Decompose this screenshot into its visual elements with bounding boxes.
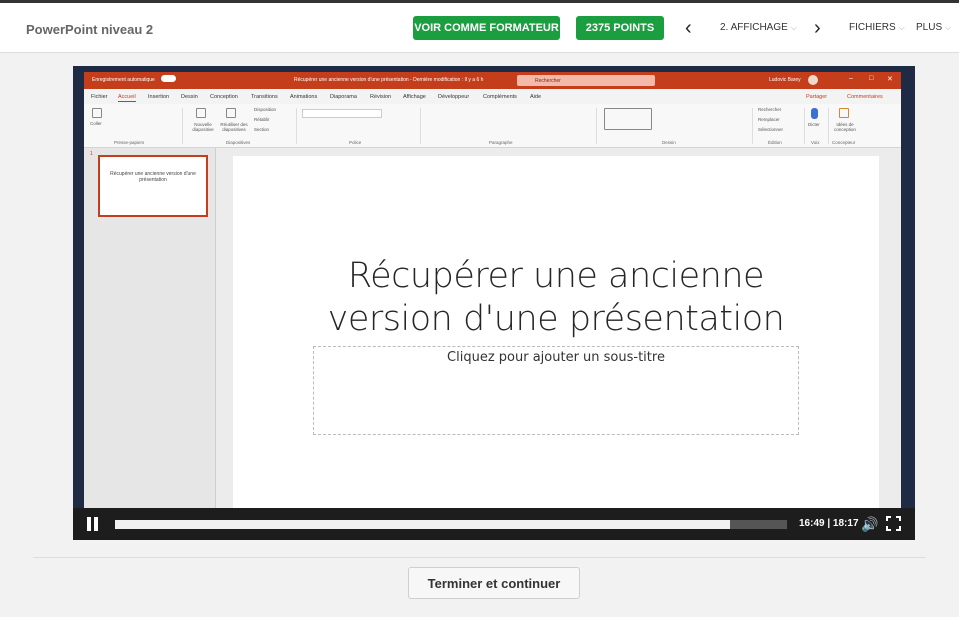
subtitle-placeholder: Cliquez pour ajouter un sous-titre: [313, 346, 799, 435]
slide-title-line: version d'une présentation: [327, 299, 785, 339]
trainer-view-button[interactable]: VOIR COMME FORMATEUR: [413, 16, 560, 40]
document-title: Récupérer une ancienne version d'une pré…: [294, 77, 484, 83]
group-designer: Concepteur: [832, 140, 856, 145]
next-arrow-icon[interactable]: ›: [814, 17, 821, 40]
paste-icon: [92, 108, 102, 118]
search-placeholder: Rechercher: [535, 78, 561, 84]
design-ideas-label: Idées de conception: [834, 122, 856, 132]
chevron-down-icon: ⌵: [945, 23, 952, 32]
font-name-field: [302, 109, 382, 118]
new-slide-label: Nouvelle diapositive: [192, 122, 214, 132]
ribbon-divider: [296, 108, 297, 144]
select-label: Sélectionner: [758, 127, 784, 132]
replace-label: Remplacer: [758, 117, 780, 122]
ribbon-divider: [828, 108, 829, 144]
video-controls: 16:49 | 18:17 🔊: [73, 508, 915, 540]
video-player[interactable]: Enregistrement automatique Récupérer une…: [73, 66, 915, 540]
tab-fichier: Fichier: [91, 94, 108, 100]
ribbon-divider: [420, 108, 421, 144]
chevron-down-icon: ⌵: [898, 23, 905, 32]
powerpoint-window: Enregistrement automatique Récupérer une…: [84, 72, 901, 540]
tab-accueil: Accueil: [118, 94, 136, 102]
group-paragraph: Paragraphe: [489, 140, 513, 145]
course-header: PowerPoint niveau 2 VOIR COMME FORMATEUR…: [0, 3, 959, 53]
lesson-dropdown[interactable]: 2. AFFICHAGE ⌵: [720, 22, 797, 33]
ribbon-divider: [752, 108, 753, 144]
ribbon-divider: [182, 108, 183, 144]
comments-button: Commentaires: [847, 94, 883, 100]
slide-title: Récupérer une ancienne version d'une pré…: [233, 255, 879, 341]
ribbon: Coller Nouvelle diapositive Réutiliser d…: [84, 104, 901, 148]
tab-insertion: Insertion: [148, 94, 170, 100]
shapes-gallery: [604, 108, 652, 130]
finish-and-continue-button[interactable]: Terminer et continuer: [408, 567, 580, 599]
progress-fill: [115, 520, 730, 529]
lesson-label: 2. AFFICHAGE: [720, 22, 788, 33]
tab-transitions: Transitions: [251, 94, 278, 100]
slide-number: 1: [90, 151, 93, 157]
layout-label: Disposition: [254, 107, 277, 112]
search-input: Rechercher: [517, 75, 655, 86]
design-ideas-icon: [839, 108, 849, 118]
more-menu[interactable]: PLUS ⌵: [916, 22, 951, 33]
slide-thumbnail: Récupérer une ancienne version d'une pré…: [98, 155, 208, 217]
divider: [33, 557, 926, 558]
volume-icon[interactable]: 🔊: [861, 516, 878, 533]
microphone-icon: [811, 108, 818, 119]
close-icon: ✕: [887, 76, 893, 83]
tab-revision: Révision: [370, 94, 392, 100]
tab-aide: Aide: [530, 94, 542, 100]
paste-label: Coller: [90, 121, 102, 126]
fullscreen-icon[interactable]: [886, 516, 901, 531]
maximize-icon: □: [869, 75, 874, 82]
find-label: Rechercher: [758, 107, 782, 112]
thumbnail-text: Récupérer une ancienne version d'une pré…: [110, 171, 196, 183]
tab-dessin: Dessin: [181, 94, 198, 100]
tab-affichage: Affichage: [403, 94, 426, 100]
avatar: [808, 75, 818, 85]
share-button: Partager: [806, 94, 828, 100]
powerpoint-titlebar: Enregistrement automatique Récupérer une…: [84, 72, 901, 89]
slide-thumbnail-pane: 1 Récupérer une ancienne version d'une p…: [84, 148, 216, 540]
points-button[interactable]: 2375 POINTS: [576, 16, 664, 40]
reuse-slides-label: Réutiliser des diapositives: [220, 122, 248, 132]
files-menu[interactable]: FICHIERS ⌵: [849, 22, 905, 33]
autosave-label: Enregistrement automatique: [92, 77, 155, 83]
more-label: PLUS: [916, 22, 943, 33]
autosave-toggle: [161, 75, 176, 82]
slide-canvas: Récupérer une ancienne version d'une pré…: [233, 156, 879, 540]
group-voice: Voix: [811, 140, 820, 145]
chevron-down-icon: ⌵: [790, 23, 797, 32]
tab-conception: Conception: [210, 94, 238, 100]
user-name: Ludovic Barey: [769, 77, 801, 83]
minimize-icon: –: [849, 75, 853, 82]
course-title: PowerPoint niveau 2: [26, 22, 154, 37]
time-display: 16:49 | 18:17: [799, 518, 859, 529]
ribbon-tabs: Fichier Accueil Insertion Dessin Concept…: [84, 89, 901, 104]
tab-animations: Animations: [290, 94, 318, 100]
ribbon-divider: [804, 108, 805, 144]
tab-diaporama: Diaporama: [330, 94, 357, 100]
group-clipboard: Presse-papiers: [114, 140, 145, 145]
progress-bar[interactable]: [115, 520, 787, 529]
reset-label: Rétablir: [254, 117, 270, 122]
new-slide-icon: [196, 108, 206, 118]
reuse-slides-icon: [226, 108, 236, 118]
section-label: Section: [254, 127, 270, 132]
tab-developpeur: Développeur: [438, 94, 470, 100]
slide-title-line: Récupérer une ancienne: [347, 256, 765, 296]
files-label: FICHIERS: [849, 22, 896, 33]
group-editing: Édition: [768, 140, 782, 145]
previous-arrow-icon[interactable]: ‹: [685, 17, 692, 40]
ribbon-divider: [596, 108, 597, 144]
group-font: Police: [349, 140, 362, 145]
tab-complements: Compléments: [483, 94, 517, 100]
subtitle-text: Cliquez pour ajouter un sous-titre: [447, 350, 665, 365]
group-slides: Diapositives: [226, 140, 251, 145]
group-drawing: Dessin: [662, 140, 676, 145]
pause-icon[interactable]: [87, 517, 99, 531]
dictate-label: Dicter: [808, 122, 820, 127]
